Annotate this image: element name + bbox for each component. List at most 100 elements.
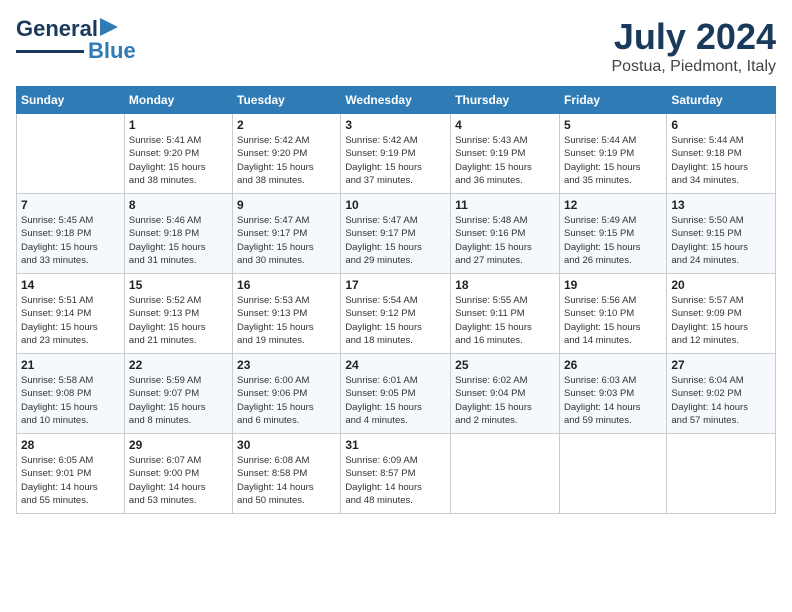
- day-number: 15: [129, 278, 228, 292]
- calendar-cell: 7Sunrise: 5:45 AM Sunset: 9:18 PM Daylig…: [17, 194, 125, 274]
- calendar-cell: 30 Sunrise: 6:08 AM Sunset: 8:58 PM Dayli…: [233, 434, 341, 514]
- calendar-cell: 25 Sunrise: 6:02 AM Sunset: 9:04 PM Dayli…: [451, 354, 560, 434]
- day-info: Sunrise: 6:09 AM Sunset: 8:57 PM Dayligh…: [345, 454, 446, 507]
- day-number: 25: [455, 358, 555, 372]
- calendar-cell: 4 Sunrise: 5:43 AM Sunset: 9:19 PM Daylig…: [451, 114, 560, 194]
- calendar-week-3: 14Sunrise: 5:51 AM Sunset: 9:14 PM Dayli…: [17, 274, 776, 354]
- day-number: 30: [237, 438, 336, 452]
- calendar-header: SundayMondayTuesdayWednesdayThursdayFrid…: [17, 87, 776, 114]
- calendar-cell: 17 Sunrise: 5:54 AM Sunset: 9:12 PM Dayli…: [341, 274, 451, 354]
- day-number: 28: [21, 438, 120, 452]
- day-number: 18: [455, 278, 555, 292]
- day-number: 5: [564, 118, 662, 132]
- day-info: Sunrise: 6:07 AM Sunset: 9:00 PM Dayligh…: [129, 454, 228, 507]
- calendar-cell: 9Sunrise: 5:47 AM Sunset: 9:17 PM Daylig…: [233, 194, 341, 274]
- calendar-cell: 8Sunrise: 5:46 AM Sunset: 9:18 PM Daylig…: [124, 194, 232, 274]
- day-info: Sunrise: 5:49 AM Sunset: 9:15 PM Dayligh…: [564, 214, 662, 267]
- calendar-cell: 1Sunrise: 5:41 AM Sunset: 9:20 PM Daylig…: [124, 114, 232, 194]
- location-title: Postua, Piedmont, Italy: [611, 58, 776, 76]
- header-cell-monday: Monday: [124, 87, 232, 114]
- calendar-cell: 3 Sunrise: 5:42 AM Sunset: 9:19 PM Daylig…: [341, 114, 451, 194]
- day-number: 12: [564, 198, 662, 212]
- calendar-week-1: 1Sunrise: 5:41 AM Sunset: 9:20 PM Daylig…: [17, 114, 776, 194]
- calendar-cell: [451, 434, 560, 514]
- day-number: 6: [671, 118, 771, 132]
- title-block: July 2024 Postua, Piedmont, Italy: [611, 16, 776, 76]
- day-number: 24: [345, 358, 446, 372]
- day-number: 31: [345, 438, 446, 452]
- calendar-week-4: 21 Sunrise: 5:58 AM Sunset: 9:08 PM Dayli…: [17, 354, 776, 434]
- day-info: Sunrise: 6:02 AM Sunset: 9:04 PM Dayligh…: [455, 374, 555, 427]
- day-info: Sunrise: 5:43 AM Sunset: 9:19 PM Dayligh…: [455, 134, 555, 187]
- day-info: Sunrise: 5:55 AM Sunset: 9:11 PM Dayligh…: [455, 294, 555, 347]
- calendar-cell: [667, 434, 776, 514]
- calendar-cell: 28 Sunrise: 6:05 AM Sunset: 9:01 PM Dayli…: [17, 434, 125, 514]
- day-number: 20: [671, 278, 771, 292]
- logo: General Blue: [16, 16, 136, 64]
- day-info: Sunrise: 5:57 AM Sunset: 9:09 PM Dayligh…: [671, 294, 771, 347]
- day-info: Sunrise: 5:51 AM Sunset: 9:14 PM Dayligh…: [21, 294, 120, 347]
- day-info: Sunrise: 6:05 AM Sunset: 9:01 PM Dayligh…: [21, 454, 120, 507]
- calendar-cell: 15 Sunrise: 5:52 AM Sunset: 9:13 PM Dayli…: [124, 274, 232, 354]
- day-number: 26: [564, 358, 662, 372]
- month-title: July 2024: [611, 16, 776, 58]
- day-info: Sunrise: 6:03 AM Sunset: 9:03 PM Dayligh…: [564, 374, 662, 427]
- day-info: Sunrise: 5:46 AM Sunset: 9:18 PM Dayligh…: [129, 214, 228, 267]
- day-info: Sunrise: 5:48 AM Sunset: 9:16 PM Dayligh…: [455, 214, 555, 267]
- calendar-cell: 10Sunrise: 5:47 AM Sunset: 9:17 PM Dayli…: [341, 194, 451, 274]
- calendar-cell: 23 Sunrise: 6:00 AM Sunset: 9:06 PM Dayli…: [233, 354, 341, 434]
- day-number: 22: [129, 358, 228, 372]
- calendar-cell: 22 Sunrise: 5:59 AM Sunset: 9:07 PM Dayli…: [124, 354, 232, 434]
- day-info: Sunrise: 5:52 AM Sunset: 9:13 PM Dayligh…: [129, 294, 228, 347]
- day-number: 27: [671, 358, 771, 372]
- calendar-cell: 29 Sunrise: 6:07 AM Sunset: 9:00 PM Dayli…: [124, 434, 232, 514]
- header-cell-saturday: Saturday: [667, 87, 776, 114]
- calendar-week-2: 7Sunrise: 5:45 AM Sunset: 9:18 PM Daylig…: [17, 194, 776, 274]
- calendar-table: SundayMondayTuesdayWednesdayThursdayFrid…: [16, 86, 776, 514]
- day-number: 17: [345, 278, 446, 292]
- calendar-cell: 11 Sunrise: 5:48 AM Sunset: 9:16 PM Dayli…: [451, 194, 560, 274]
- calendar-cell: 26 Sunrise: 6:03 AM Sunset: 9:03 PM Dayli…: [559, 354, 666, 434]
- calendar-body: 1Sunrise: 5:41 AM Sunset: 9:20 PM Daylig…: [17, 114, 776, 514]
- day-number: 11: [455, 198, 555, 212]
- calendar-week-5: 28 Sunrise: 6:05 AM Sunset: 9:01 PM Dayli…: [17, 434, 776, 514]
- day-number: 29: [129, 438, 228, 452]
- header-row: SundayMondayTuesdayWednesdayThursdayFrid…: [17, 87, 776, 114]
- day-info: Sunrise: 5:42 AM Sunset: 9:19 PM Dayligh…: [345, 134, 446, 187]
- header-cell-friday: Friday: [559, 87, 666, 114]
- day-number: 4: [455, 118, 555, 132]
- day-number: 2: [237, 118, 336, 132]
- day-info: Sunrise: 6:01 AM Sunset: 9:05 PM Dayligh…: [345, 374, 446, 427]
- day-number: 3: [345, 118, 446, 132]
- day-info: Sunrise: 5:54 AM Sunset: 9:12 PM Dayligh…: [345, 294, 446, 347]
- page-header: General Blue July 2024 Postua, Piedmont,…: [16, 16, 776, 76]
- day-info: Sunrise: 6:08 AM Sunset: 8:58 PM Dayligh…: [237, 454, 336, 507]
- calendar-cell: 24 Sunrise: 6:01 AM Sunset: 9:05 PM Dayli…: [341, 354, 451, 434]
- calendar-cell: 31 Sunrise: 6:09 AM Sunset: 8:57 PM Dayli…: [341, 434, 451, 514]
- calendar-cell: 14Sunrise: 5:51 AM Sunset: 9:14 PM Dayli…: [17, 274, 125, 354]
- day-info: Sunrise: 5:41 AM Sunset: 9:20 PM Dayligh…: [129, 134, 228, 187]
- calendar-cell: 16 Sunrise: 5:53 AM Sunset: 9:13 PM Dayli…: [233, 274, 341, 354]
- calendar-cell: 13 Sunrise: 5:50 AM Sunset: 9:15 PM Dayli…: [667, 194, 776, 274]
- day-info: Sunrise: 5:50 AM Sunset: 9:15 PM Dayligh…: [671, 214, 771, 267]
- day-info: Sunrise: 5:59 AM Sunset: 9:07 PM Dayligh…: [129, 374, 228, 427]
- day-info: Sunrise: 5:42 AM Sunset: 9:20 PM Dayligh…: [237, 134, 336, 187]
- day-number: 19: [564, 278, 662, 292]
- day-number: 21: [21, 358, 120, 372]
- calendar-cell: 5 Sunrise: 5:44 AM Sunset: 9:19 PM Daylig…: [559, 114, 666, 194]
- day-number: 9: [237, 198, 336, 212]
- day-info: Sunrise: 5:58 AM Sunset: 9:08 PM Dayligh…: [21, 374, 120, 427]
- day-number: 13: [671, 198, 771, 212]
- logo-arrow-icon: [100, 18, 118, 36]
- calendar-cell: 19Sunrise: 5:56 AM Sunset: 9:10 PM Dayli…: [559, 274, 666, 354]
- day-info: Sunrise: 6:00 AM Sunset: 9:06 PM Dayligh…: [237, 374, 336, 427]
- day-info: Sunrise: 5:44 AM Sunset: 9:18 PM Dayligh…: [671, 134, 771, 187]
- day-info: Sunrise: 5:53 AM Sunset: 9:13 PM Dayligh…: [237, 294, 336, 347]
- day-info: Sunrise: 5:44 AM Sunset: 9:19 PM Dayligh…: [564, 134, 662, 187]
- day-info: Sunrise: 5:47 AM Sunset: 9:17 PM Dayligh…: [345, 214, 446, 267]
- day-number: 16: [237, 278, 336, 292]
- day-number: 23: [237, 358, 336, 372]
- calendar-cell: 20 Sunrise: 5:57 AM Sunset: 9:09 PM Dayli…: [667, 274, 776, 354]
- calendar-cell: 12 Sunrise: 5:49 AM Sunset: 9:15 PM Dayli…: [559, 194, 666, 274]
- calendar-cell: 2 Sunrise: 5:42 AM Sunset: 9:20 PM Daylig…: [233, 114, 341, 194]
